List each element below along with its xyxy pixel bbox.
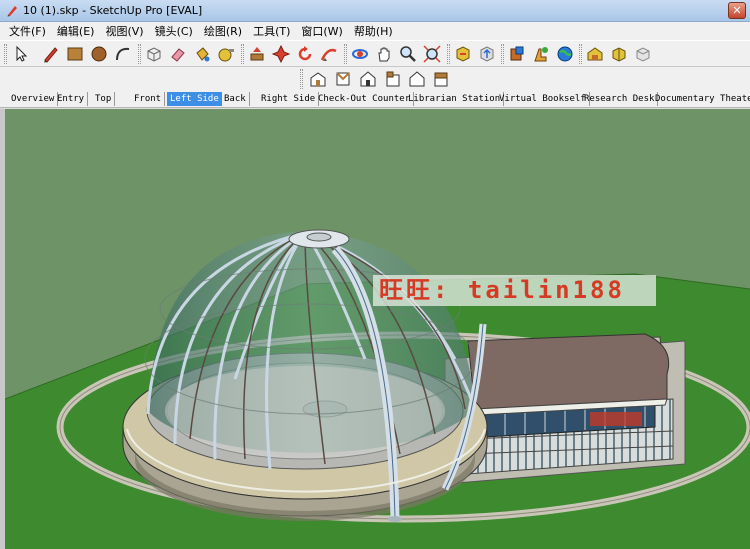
push-pull-icon[interactable] xyxy=(246,43,268,65)
get-photo-texture-icon[interactable] xyxy=(530,43,552,65)
model-viewport[interactable]: 旺旺: tailin188 xyxy=(5,109,750,549)
scene-tab-back[interactable]: Back xyxy=(221,92,250,106)
toolbar-grip[interactable] xyxy=(579,44,582,64)
google-earth-icon[interactable] xyxy=(554,43,576,65)
sketchup-window: 10 (1).skp - SketchUp Pro [EVAL] ✕ 文件(F)… xyxy=(0,0,750,549)
menu-window[interactable]: 窗口(W) xyxy=(296,23,348,39)
scene-tab-check-out-counter[interactable]: Check-Out Counter xyxy=(315,92,415,106)
top-view-icon[interactable] xyxy=(332,68,354,90)
zoom-extents-icon[interactable] xyxy=(421,43,443,65)
left-view-icon[interactable] xyxy=(430,68,452,90)
menu-help[interactable]: 帮助(H) xyxy=(349,23,399,39)
menu-view[interactable]: 视图(V) xyxy=(100,23,149,39)
close-button[interactable]: ✕ xyxy=(728,2,746,19)
toolbar-grip[interactable] xyxy=(241,44,244,64)
warehouse-icon[interactable] xyxy=(584,43,606,65)
sketchup-logo-icon xyxy=(5,4,19,18)
window-title: 10 (1).skp - SketchUp Pro [EVAL] xyxy=(23,4,203,17)
scene-tab-right-side[interactable]: Right Side xyxy=(258,92,320,106)
toolbar-grip[interactable] xyxy=(501,44,504,64)
scene-tab-top[interactable]: Top xyxy=(92,92,116,106)
circle-icon[interactable] xyxy=(88,43,110,65)
paint-bucket-icon[interactable] xyxy=(191,43,213,65)
toolbar-grip[interactable] xyxy=(4,44,7,64)
scene-tab-front[interactable]: Front xyxy=(131,92,166,106)
iso-view-icon[interactable] xyxy=(307,68,329,90)
layout-icon[interactable] xyxy=(632,43,654,65)
offset-icon[interactable] xyxy=(270,43,292,65)
eraser-icon[interactable] xyxy=(167,43,189,65)
rotate-icon[interactable] xyxy=(294,43,316,65)
scene-tab-virtual-bookself[interactable]: Virtual Bookself xyxy=(496,92,590,106)
back-view-icon[interactable] xyxy=(406,68,428,90)
menu-edit[interactable]: 编辑(E) xyxy=(52,23,101,39)
annex-roof xyxy=(467,333,670,410)
follow-me-icon[interactable] xyxy=(318,43,340,65)
views-toolbar xyxy=(0,67,750,91)
menu-tools[interactable]: 工具(T) xyxy=(248,23,296,39)
scene-tab-overview[interactable]: Overview xyxy=(8,92,59,106)
toolbar-grip[interactable] xyxy=(447,44,450,64)
extension-icon[interactable] xyxy=(608,43,630,65)
menu-bar: 文件(F) 编辑(E) 视图(V) 镜头(C) 绘图(R) 工具(T) 窗口(W… xyxy=(0,22,750,40)
watermark-text: 旺旺: tailin188 xyxy=(373,275,656,306)
rectangle-icon[interactable] xyxy=(64,43,86,65)
arc-icon[interactable] xyxy=(112,43,134,65)
select-icon[interactable] xyxy=(10,43,32,65)
scene-tab-research-desk[interactable]: Research Desk xyxy=(581,92,659,106)
menu-draw[interactable]: 绘图(R) xyxy=(199,23,248,39)
make-component-icon[interactable] xyxy=(143,43,165,65)
zoom-icon[interactable] xyxy=(397,43,419,65)
scene-tab-entry[interactable]: Entry xyxy=(54,92,89,106)
right-view-icon[interactable] xyxy=(382,68,404,90)
pencil-icon[interactable] xyxy=(40,43,62,65)
tape-measure-icon[interactable] xyxy=(215,43,237,65)
building-model xyxy=(5,229,750,549)
pan-icon[interactable] xyxy=(373,43,395,65)
share-component-icon[interactable] xyxy=(506,43,528,65)
scene-tab-documentary-theater[interactable]: Documentary Theater xyxy=(652,92,750,106)
orbit-icon[interactable] xyxy=(349,43,371,65)
scene-tab-librarian-station[interactable]: Librarian Station xyxy=(405,92,505,106)
toolbar-grip[interactable] xyxy=(300,69,303,89)
front-view-icon[interactable] xyxy=(357,68,379,90)
toolbar-grip[interactable] xyxy=(344,44,347,64)
menu-file[interactable]: 文件(F) xyxy=(4,23,52,39)
get-models-icon[interactable] xyxy=(452,43,474,65)
toolbar-grip[interactable] xyxy=(138,44,141,64)
scene-tabs: Overview Entry Top Front Left Side Back … xyxy=(0,91,750,108)
scene-tab-left-side[interactable]: Left Side xyxy=(167,92,222,106)
share-model-icon[interactable] xyxy=(476,43,498,65)
main-toolbar xyxy=(0,40,750,67)
title-bar[interactable]: 10 (1).skp - SketchUp Pro [EVAL] ✕ xyxy=(0,0,750,22)
menu-camera[interactable]: 镜头(C) xyxy=(150,23,199,39)
